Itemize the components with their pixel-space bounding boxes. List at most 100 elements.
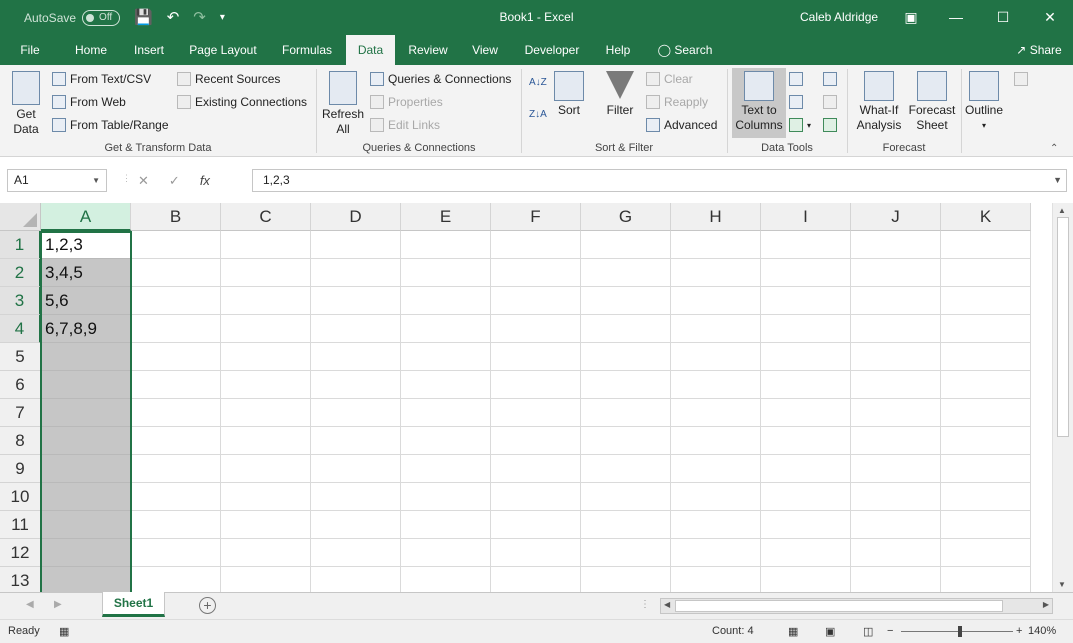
remove-duplicates-button[interactable] xyxy=(789,95,803,109)
cell-k10[interactable] xyxy=(941,483,1031,511)
column-header-a[interactable]: A xyxy=(41,203,131,231)
scroll-left-icon[interactable]: ◀ xyxy=(664,600,670,609)
cell-h13[interactable] xyxy=(671,567,761,592)
cell-a13[interactable] xyxy=(41,567,131,592)
filter-button[interactable]: Filter xyxy=(602,71,638,118)
cell-b11[interactable] xyxy=(131,511,221,539)
cell-d13[interactable] xyxy=(311,567,401,592)
row-header-7[interactable]: 7 xyxy=(0,399,41,427)
cell-d1[interactable] xyxy=(311,231,401,259)
cell-a7[interactable] xyxy=(41,399,131,427)
split-handle-icon[interactable]: ⋮ xyxy=(640,599,650,610)
queries-connections-button[interactable]: Queries & Connections xyxy=(370,72,511,86)
tab-home[interactable]: Home xyxy=(66,35,116,65)
scroll-down-icon[interactable]: ▼ xyxy=(1058,580,1066,589)
cell-f10[interactable] xyxy=(491,483,581,511)
column-header-g[interactable]: G xyxy=(581,203,671,231)
cell-e13[interactable] xyxy=(401,567,491,592)
cell-d9[interactable] xyxy=(311,455,401,483)
cell-g13[interactable] xyxy=(581,567,671,592)
cell-g6[interactable] xyxy=(581,371,671,399)
column-header-h[interactable]: H xyxy=(671,203,761,231)
row-header-8[interactable]: 8 xyxy=(0,427,41,455)
cell-f9[interactable] xyxy=(491,455,581,483)
zoom-out-icon[interactable]: − xyxy=(887,625,893,637)
cell-g4[interactable] xyxy=(581,315,671,343)
column-header-b[interactable]: B xyxy=(131,203,221,231)
cell-e12[interactable] xyxy=(401,539,491,567)
cell-f6[interactable] xyxy=(491,371,581,399)
relationships-button[interactable] xyxy=(823,95,837,109)
cell-a12[interactable] xyxy=(41,539,131,567)
tab-help[interactable]: Help xyxy=(598,35,638,65)
column-header-c[interactable]: C xyxy=(221,203,311,231)
from-web-button[interactable]: From Web xyxy=(52,95,126,109)
next-sheet-icon[interactable]: ▶ xyxy=(54,599,62,610)
cell-i7[interactable] xyxy=(761,399,851,427)
normal-view-icon[interactable]: ▦ xyxy=(788,625,798,638)
analysis-pane-button[interactable] xyxy=(1014,72,1028,86)
cell-b2[interactable] xyxy=(131,259,221,287)
cell-e1[interactable] xyxy=(401,231,491,259)
cell-f2[interactable] xyxy=(491,259,581,287)
cell-e2[interactable] xyxy=(401,259,491,287)
cell-g1[interactable] xyxy=(581,231,671,259)
cell-a11[interactable] xyxy=(41,511,131,539)
cell-c11[interactable] xyxy=(221,511,311,539)
cell-e3[interactable] xyxy=(401,287,491,315)
cell-h1[interactable] xyxy=(671,231,761,259)
cell-c9[interactable] xyxy=(221,455,311,483)
zoom-slider-thumb[interactable] xyxy=(958,626,962,637)
cell-i5[interactable] xyxy=(761,343,851,371)
row-header-9[interactable]: 9 xyxy=(0,455,41,483)
cell-f8[interactable] xyxy=(491,427,581,455)
horizontal-scroll-thumb[interactable] xyxy=(675,600,1003,612)
share-button[interactable]: ↗ Share xyxy=(1010,35,1068,65)
cell-d2[interactable] xyxy=(311,259,401,287)
cell-b12[interactable] xyxy=(131,539,221,567)
cell-c13[interactable] xyxy=(221,567,311,592)
cell-c12[interactable] xyxy=(221,539,311,567)
vertical-scrollbar[interactable]: ▲ ▼ xyxy=(1052,203,1073,592)
cell-b9[interactable] xyxy=(131,455,221,483)
cell-k3[interactable] xyxy=(941,287,1031,315)
zoom-slider[interactable] xyxy=(901,631,1013,632)
cell-k5[interactable] xyxy=(941,343,1031,371)
insert-function-icon[interactable]: fx xyxy=(200,173,210,188)
cell-h12[interactable] xyxy=(671,539,761,567)
cell-e4[interactable] xyxy=(401,315,491,343)
cell-e5[interactable] xyxy=(401,343,491,371)
cell-i8[interactable] xyxy=(761,427,851,455)
cell-j8[interactable] xyxy=(851,427,941,455)
enter-icon[interactable]: ✓ xyxy=(169,173,180,189)
column-header-k[interactable]: K xyxy=(941,203,1031,231)
cell-b13[interactable] xyxy=(131,567,221,592)
cell-k8[interactable] xyxy=(941,427,1031,455)
cell-c8[interactable] xyxy=(221,427,311,455)
sheet-tab-sheet1[interactable]: Sheet1 xyxy=(102,592,165,617)
cell-a4[interactable]: 6,7,8,9 xyxy=(41,315,131,343)
cell-c10[interactable] xyxy=(221,483,311,511)
column-header-i[interactable]: I xyxy=(761,203,851,231)
cell-g5[interactable] xyxy=(581,343,671,371)
cell-a2[interactable]: 3,4,5 xyxy=(41,259,131,287)
cell-h5[interactable] xyxy=(671,343,761,371)
column-header-e[interactable]: E xyxy=(401,203,491,231)
collapse-ribbon-icon[interactable]: ⌃ xyxy=(1050,143,1058,154)
cell-f7[interactable] xyxy=(491,399,581,427)
row-header-13[interactable]: 13 xyxy=(0,567,41,592)
cell-c4[interactable] xyxy=(221,315,311,343)
cell-a9[interactable] xyxy=(41,455,131,483)
cancel-icon[interactable]: ✕ xyxy=(138,173,149,189)
row-header-11[interactable]: 11 xyxy=(0,511,41,539)
cell-c3[interactable] xyxy=(221,287,311,315)
cell-i2[interactable] xyxy=(761,259,851,287)
cell-g8[interactable] xyxy=(581,427,671,455)
expand-formula-icon[interactable]: ▼ xyxy=(1053,170,1062,191)
cell-j1[interactable] xyxy=(851,231,941,259)
cell-a1[interactable]: 1,2,3 xyxy=(41,231,131,259)
cell-e9[interactable] xyxy=(401,455,491,483)
data-validation-button[interactable]: ▾ xyxy=(789,118,811,132)
cell-c5[interactable] xyxy=(221,343,311,371)
from-table-button[interactable]: From Table/Range xyxy=(52,118,169,132)
